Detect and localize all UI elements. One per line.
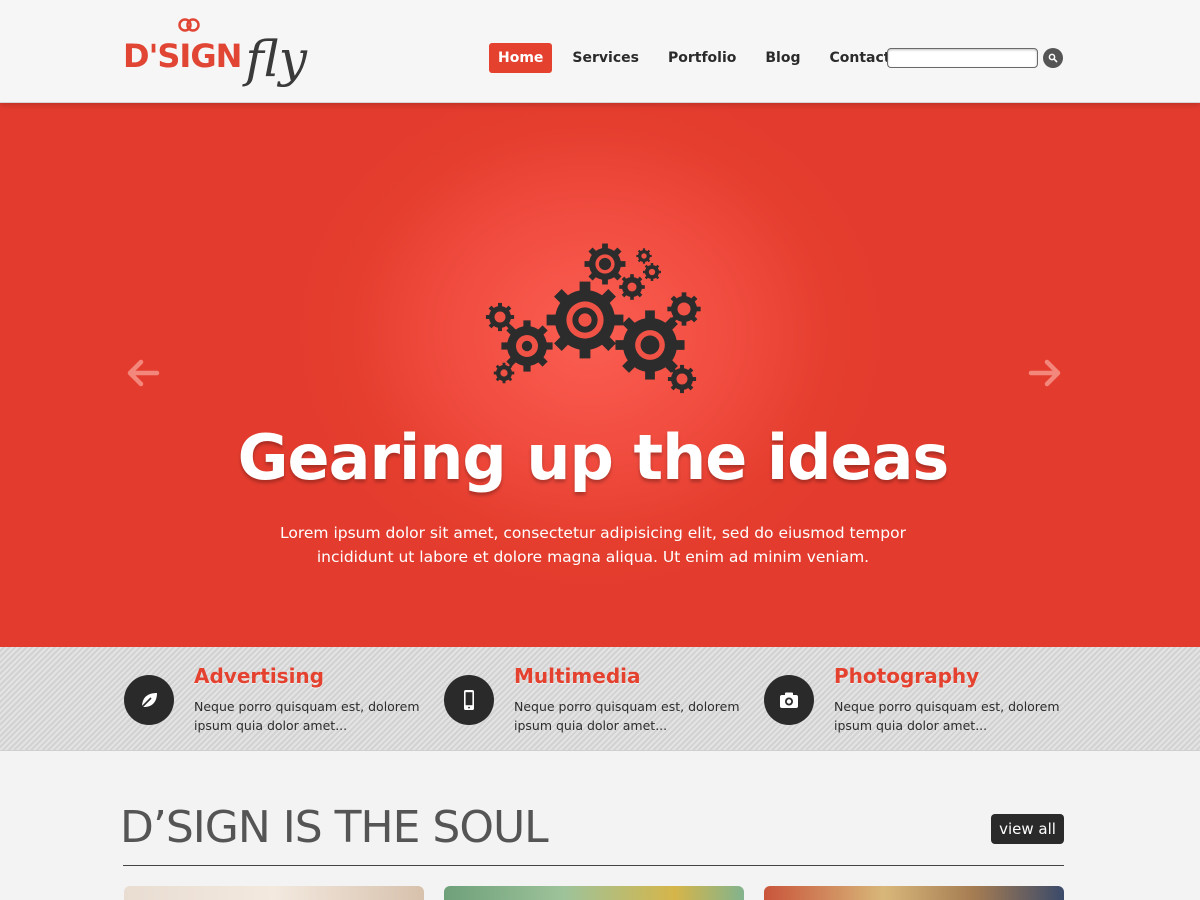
feature-advertising[interactable]: Advertising Neque porro quisquam est, do… xyxy=(124,663,424,743)
portfolio-thumbnail[interactable] xyxy=(124,886,424,900)
search-form xyxy=(887,48,1063,68)
hero-text: Lorem ipsum dolor sit amet, consectetur … xyxy=(280,524,906,566)
feature-text: Neque porro quisquam est, dolorem ipsum … xyxy=(194,699,420,733)
feature-text: Neque porro quisquam est, dolorem ipsum … xyxy=(834,699,1060,733)
feature-icon-circle xyxy=(444,675,494,725)
feature-title: Multimedia xyxy=(514,664,641,688)
nav-blog[interactable]: Blog xyxy=(756,43,809,73)
search-input[interactable] xyxy=(887,48,1038,68)
arrow-right-icon[interactable] xyxy=(1025,353,1065,393)
feature-text: Neque porro quisquam est, dolorem ipsum … xyxy=(514,699,740,733)
feature-icon-circle xyxy=(124,675,174,725)
portfolio-thumbnail[interactable] xyxy=(764,886,1064,900)
feature-title: Advertising xyxy=(194,664,324,688)
nav-portfolio[interactable]: Portfolio xyxy=(659,43,745,73)
feature-title: Photography xyxy=(834,664,980,688)
site-header: D'SIGN fly Home Services Portfolio Blog … xyxy=(0,0,1200,103)
feature-photography[interactable]: Photography Neque porro quisquam est, do… xyxy=(764,663,1064,743)
feature-icon-circle xyxy=(764,675,814,725)
camera-icon xyxy=(780,692,798,708)
logo-mark: D'SIGN xyxy=(123,37,242,75)
arrow-left-icon[interactable] xyxy=(123,353,163,393)
search-icon xyxy=(1048,53,1058,63)
main-nav: Home Services Portfolio Blog Contact xyxy=(489,43,910,73)
gears-icon xyxy=(485,243,701,394)
features-strip: Advertising Neque porro quisquam est, do… xyxy=(0,647,1200,751)
portfolio-thumbnail[interactable] xyxy=(444,886,744,900)
hero-slider: Gearing up the ideas Lorem ipsum dolor s… xyxy=(0,103,1200,647)
hero-title: Gearing up the ideas xyxy=(237,421,950,494)
rings-icon xyxy=(178,18,200,32)
feature-multimedia[interactable]: Multimedia Neque porro quisquam est, dol… xyxy=(444,663,744,743)
search-button[interactable] xyxy=(1043,48,1063,68)
section-title: D’SIGN IS THE SOUL xyxy=(120,802,549,853)
leaf-icon xyxy=(141,693,157,708)
nav-home[interactable]: Home xyxy=(489,43,553,73)
logo[interactable]: D'SIGN fly xyxy=(123,14,307,94)
smartphone-icon xyxy=(464,690,474,710)
nav-services[interactable]: Services xyxy=(563,43,648,73)
logo-script: fly xyxy=(245,30,307,88)
view-all-button[interactable]: view all xyxy=(991,814,1064,844)
section-divider xyxy=(123,865,1064,866)
